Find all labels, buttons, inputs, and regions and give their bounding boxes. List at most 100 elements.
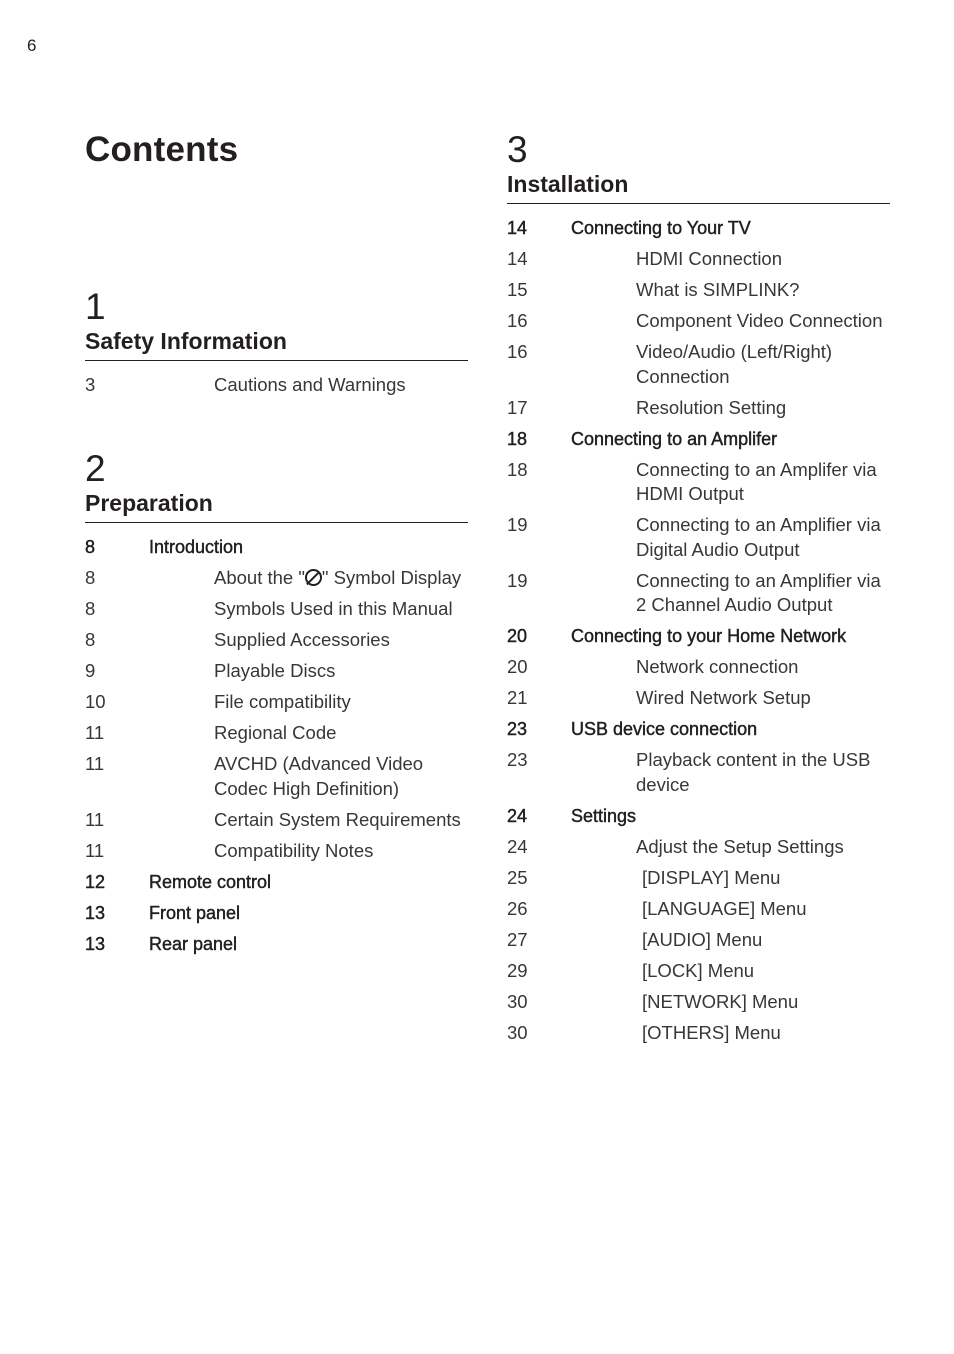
toc-entry[interactable]: 11 AVCHD (Advanced Video Codec High Defin… [85, 752, 468, 801]
toc-entry[interactable]: 30 [NETWORK] Menu [507, 990, 890, 1015]
toc-page-number: 18 [507, 428, 528, 449]
toc-entry[interactable]: 11 Regional Code [85, 721, 468, 746]
toc-entry[interactable]: 11 Compatibility Notes [85, 839, 468, 864]
chapter-installation: 3 Installation 14 Connecting to Your TV 14… [507, 131, 890, 1052]
toc-page-number: 20 [507, 626, 528, 646]
toc-entry-title: Introduction [149, 537, 244, 557]
contents-title: Contents [85, 130, 239, 169]
toc-entry[interactable]: 27 [AUDIO] Menu [507, 928, 890, 953]
toc-page-number: 11 [85, 753, 105, 774]
toc-page-number: 14 [507, 218, 528, 238]
toc-entry-title: [AUDIO] Menu [642, 928, 763, 950]
toc-entry[interactable]: 8 Introduction [85, 535, 468, 560]
toc-entry[interactable]: 18 Connecting to an Amplifer via HDMI Out… [507, 458, 890, 507]
toc-entry[interactable]: 10 File compatibility [85, 690, 468, 715]
toc-page-number: 16 [507, 341, 528, 362]
toc-entry-title: [LANGUAGE] Menu [642, 897, 807, 919]
toc-page-number: 30 [507, 990, 528, 1012]
toc-entry[interactable]: 23 Playback content in the USB device [507, 748, 890, 797]
toc-entry[interactable]: 16 Component Video Connection [507, 309, 890, 334]
toc-page-number: 23 [507, 719, 528, 739]
toc-entry[interactable]: 15 What is SIMPLINK? [507, 278, 890, 303]
toc-entry[interactable]: 24 Adjust the Setup Settings [507, 835, 890, 860]
toc-entry[interactable]: 8 About the " " Symbol Display [85, 566, 468, 591]
toc-entry[interactable]: 30 [OTHERS] Menu [507, 1021, 890, 1046]
toc-entry[interactable]: 8 Symbols Used in this Manual [85, 597, 468, 622]
toc-entry[interactable]: 14 HDMI Connection [507, 247, 890, 272]
toc-page-number: 16 [507, 310, 528, 331]
toc-entry[interactable]: 11 Certain System Requirements [85, 808, 468, 833]
prohibited-symbol-icon [304, 569, 322, 586]
toc-entry-title: File compatibility [214, 691, 351, 712]
toc-page-number: 12 [85, 871, 106, 892]
chapter-number: 1 [85, 286, 106, 327]
toc-page-number: 8 [85, 598, 96, 619]
toc-page-number: 8 [85, 537, 96, 557]
toc-page-number: 9 [85, 660, 96, 681]
toc-entry[interactable]: 25 [DISPLAY] Menu [507, 866, 890, 891]
toc-entry-title: Video/Audio (Left/Right) Connection [636, 341, 833, 387]
toc-entry[interactable]: 17 Resolution Setting [507, 396, 890, 421]
toc-entry[interactable]: 20 Connecting to your Home Network [507, 624, 890, 649]
toc-entries: 14 Connecting to Your TV 14 HDMI Connection… [507, 216, 890, 1045]
toc-entry[interactable]: 8 Supplied Accessories [85, 628, 468, 653]
toc-page-number: 24 [507, 805, 528, 826]
toc-page-number: 27 [507, 928, 528, 950]
toc-entry[interactable]: 16 Video/Audio (Left/Right) Connection [507, 340, 890, 389]
toc-entry[interactable]: 19 Connecting to an Amplifier via Digital… [507, 513, 890, 562]
toc-entry[interactable]: 13 Rear panel [85, 932, 468, 957]
toc-entry-title: [LOCK] Menu [642, 959, 755, 981]
toc-page-number: 11 [85, 722, 105, 743]
toc-entry-title: Regional Code [214, 722, 337, 743]
toc-entry-title: HDMI Connection [636, 248, 783, 269]
toc-entry[interactable]: 18 Connecting to an Amplifer [507, 427, 890, 452]
toc-entry-title: Playable Discs [214, 660, 336, 681]
toc-entry-title: Adjust the Setup Settings [636, 835, 844, 857]
toc-entry-title: Remote control [149, 871, 272, 892]
toc-page-number: 13 [85, 933, 106, 954]
toc-entry[interactable]: 24 Settings [507, 804, 890, 829]
toc-page-number: 25 [507, 866, 528, 888]
toc-entry[interactable]: 12 Remote control [85, 870, 468, 895]
toc-page-number: 21 [507, 687, 528, 708]
toc-entry-title: Connecting to Your TV [571, 218, 751, 238]
toc-entry-title: Connecting to an Amplifier via Digital A… [636, 514, 881, 560]
toc-entry[interactable]: 21 Wired Network Setup [507, 686, 890, 711]
chapter-title: Preparation [85, 489, 468, 523]
toc-entry-text: " Symbol Display [321, 567, 462, 588]
toc-entry[interactable]: 13 Front panel [85, 901, 468, 926]
toc-entry-title: Front panel [149, 902, 241, 923]
toc-page-number: 3 [85, 374, 96, 395]
toc-entry-title: Cautions and Warnings [214, 374, 406, 395]
toc-entry[interactable]: 20 Network connection [507, 655, 890, 680]
toc-entry-title: Component Video Connection [636, 310, 883, 331]
toc-page-number: 29 [507, 959, 528, 981]
toc-page-number: 11 [85, 839, 105, 861]
toc-entry-title: Certain System Requirements [214, 808, 461, 830]
toc-entry[interactable]: 23 USB device connection [507, 717, 890, 742]
toc-page-number: 11 [85, 808, 105, 830]
toc-entry-title: Supplied Accessories [214, 629, 390, 650]
toc-entry-title: USB device connection [571, 719, 758, 739]
toc-entry-title: AVCHD (Advanced Video Codec High Definit… [214, 753, 424, 799]
toc-page-number: 8 [85, 629, 96, 650]
toc-page-number: 23 [507, 749, 528, 770]
toc-entry-title: Connecting to an Amplifier via 2 Channel… [636, 569, 881, 616]
toc-entry-title: What is SIMPLINK? [636, 279, 800, 300]
toc-entry-title: Network connection [636, 656, 799, 677]
toc-page-number: 19 [507, 569, 528, 591]
chapter-number: 3 [507, 129, 528, 170]
toc-entries: 8 Introduction 8 About the " " Symbol Displa… [85, 535, 468, 956]
toc-entry[interactable]: 29 [LOCK] Menu [507, 959, 890, 984]
toc-entry-title: Wired Network Setup [636, 687, 811, 708]
toc-entry[interactable]: 26 [LANGUAGE] Menu [507, 897, 890, 922]
toc-entry[interactable]: 19 Connecting to an Amplifier via 2 Chann… [507, 569, 890, 618]
toc-entry[interactable]: 3 Cautions and Warnings [85, 373, 468, 398]
chapter-preparation: 2 Preparation 8 Introduction 8 About the " "… [85, 450, 468, 963]
toc-entry-text: About the " [214, 567, 305, 588]
toc-entry[interactable]: 9 Playable Discs [85, 659, 468, 684]
toc-entry-title: Playback content in the USB device [636, 749, 871, 795]
toc-entry[interactable]: 14 Connecting to Your TV [507, 216, 890, 241]
toc-page-number: 30 [507, 1021, 528, 1043]
toc-page-number: 10 [85, 691, 106, 712]
